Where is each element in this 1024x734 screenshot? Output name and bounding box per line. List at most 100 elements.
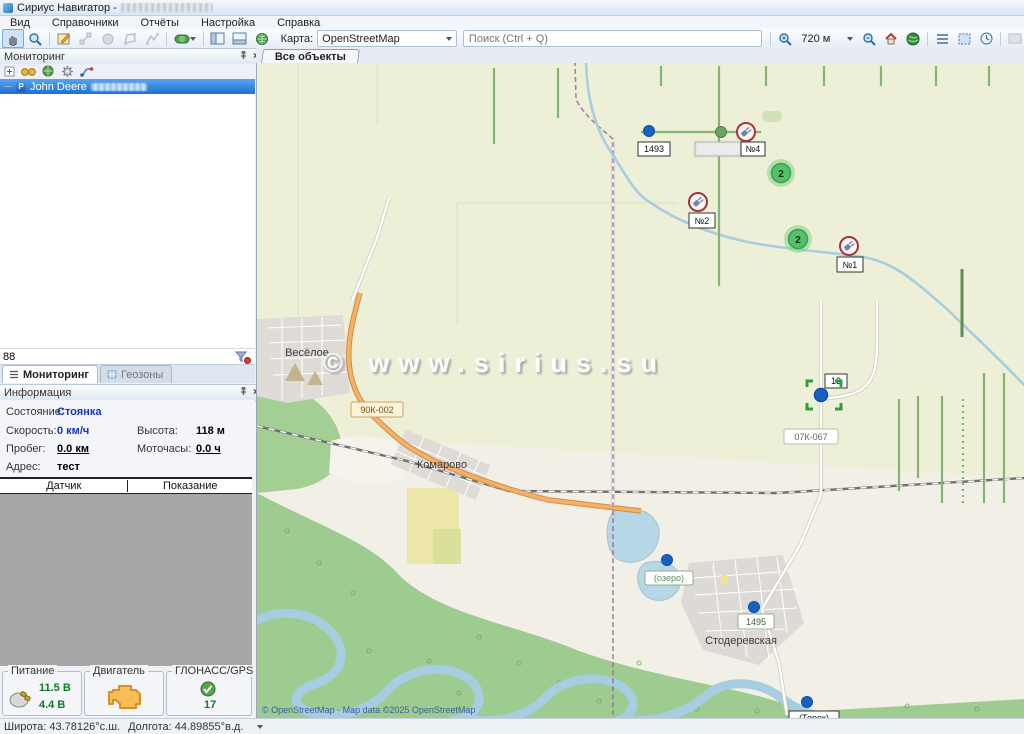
horizontal-panel-icon [232,32,247,45]
altitude-label: Высота: [137,425,178,437]
status-bar: Широта: 43.78126°с.ш. Долгота: 44.89855°… [0,718,1024,734]
menu-otchety[interactable]: Отчёты [141,17,179,29]
pin-icon[interactable] [239,50,248,63]
chevron-down-icon [847,37,853,41]
geozone-polyline-button-disabled [141,29,163,48]
toolbar-separator [166,32,167,46]
voltage-backup: 4.4 В [39,699,65,711]
tab-all-objects[interactable]: Все объекты [261,49,360,63]
toolbar-separator [49,32,50,46]
tab-monitoring[interactable]: Мониторинг [2,365,98,383]
tree-item-vehicle[interactable]: P John Deere [0,79,255,94]
main-toolbar: Карта: OpenStreetMap 720 м [0,29,1024,49]
label-n2: №2 [695,216,710,226]
state-value: Стоянка [57,406,101,418]
blue-point-marker [749,602,760,613]
map-attribution: © OpenStreetMap - Map data ©2025 OpenStr… [262,705,475,715]
zoom-in-button[interactable] [774,29,796,48]
zoom-tool-button[interactable] [24,29,46,48]
search-input[interactable] [463,30,763,47]
zoom-in-icon [778,32,792,46]
tab-monitoring-label: Мониторинг [23,369,89,381]
vehicle-menu-button[interactable] [170,29,200,48]
sirius-navigator-window: Сириус Навигатор - Вид Справочники Отчёт… [0,0,1024,734]
home-view-button[interactable] [880,29,902,48]
power-groupbox: Питание 11.5 В 4.4 В [2,671,82,716]
vehicle-id-blurred [91,83,147,91]
speed-label: Скорость: [6,425,57,437]
selection-rect-icon [958,33,971,45]
blue-point-marker [644,126,655,137]
globe-view-button[interactable] [902,29,924,48]
gps-groupbox: ГЛОНАСС/GPS 17 [166,671,252,716]
place-komarovo: Комарово [417,459,467,471]
label-n1: №1 [843,260,858,270]
menu-vid[interactable]: Вид [10,17,30,29]
label-lake: (озеро) [654,573,684,583]
map-canvas[interactable]: 90К-002 07К-067 Весёлое Комарово Стодере… [256,63,1024,718]
cluster-marker-1: 2 [767,159,795,187]
list-icon [9,370,19,379]
polyline-shape-icon [145,32,159,46]
cluster-marker-2: 2 [784,225,812,253]
title-bar: Сириус Навигатор - [0,0,1024,16]
hours-value[interactable]: 0.0 ч [196,443,221,455]
edit-map-button[interactable] [53,29,75,48]
satellite-count: 17 [204,699,216,711]
chevron-down-icon[interactable] [257,725,263,729]
hours-label: Моточасы: [137,443,191,455]
label-1493: 1493 [644,144,664,154]
map-settings-button[interactable] [251,29,273,48]
field-green [433,529,461,564]
blue-point-marker [662,555,673,566]
info-panel-title: Информация [4,387,71,399]
pan-tool-button[interactable] [2,29,24,48]
tab-all-objects-label: Все объекты [275,51,346,63]
tree-filter-input[interactable] [0,351,235,363]
menu-spravochniki[interactable]: Справочники [52,17,119,29]
zoom-out-button[interactable] [858,29,880,48]
power-label: Питание [8,665,57,677]
panels-layout-button[interactable] [207,29,229,48]
route-icon[interactable] [80,66,94,78]
map-provider-value: OpenStreetMap [322,33,400,45]
select-area-button[interactable] [953,29,975,48]
chevron-down-icon [190,37,196,41]
expand-all-icon[interactable] [4,66,15,77]
toolbar-separator [1000,32,1001,46]
circle-shape-icon [101,32,115,46]
bottom-panel-button[interactable] [229,29,251,48]
disconnected-marker-n2 [689,193,707,211]
altitude-value: 118 м [196,425,225,437]
tree-filter-row [0,348,255,365]
longitude-value: Долгота: 44.89855°в.д. [128,721,243,733]
watermark: © www.sirius.su [323,348,666,379]
monitoring-panel-title: Мониторинг [4,51,65,63]
vehicle-name: John Deere [30,81,87,93]
binoculars-icon[interactable] [21,66,36,77]
panel-icon [1008,33,1022,44]
label-1495: 1495 [746,617,766,627]
vehicle-position-dot [815,389,828,402]
menu-nastroyka[interactable]: Настройка [201,17,255,29]
object-list-button[interactable] [931,29,953,48]
globe-search-icon[interactable] [42,65,55,78]
filter-funnel-icon[interactable] [235,351,251,364]
geozone-polygon-button-disabled [119,29,141,48]
disconnected-marker-n4 [737,123,755,141]
place-stoderevskaya: Стодеревская [705,635,777,647]
zoom-level-select[interactable]: 720 м [796,30,858,47]
monitoring-panel-header: Мониторинг × [0,48,264,65]
history-time-button[interactable] [975,29,997,48]
road-label-07k067: 07К-067 [794,432,827,442]
zoom-out-icon [862,32,876,46]
gear-icon[interactable] [61,65,74,78]
menu-spravka[interactable]: Справка [277,17,320,29]
info-panel: Состояние: Стоянка Скорость: 0 км/ч Высо… [0,400,255,476]
map-provider-select[interactable]: OpenStreetMap [317,30,457,47]
tab-geozones[interactable]: Геозоны [100,365,172,383]
node-edit-icon [79,32,93,46]
mileage-value[interactable]: 0.0 км [57,443,89,455]
address-label: Адрес: [6,461,41,473]
pin-icon[interactable] [239,386,248,399]
